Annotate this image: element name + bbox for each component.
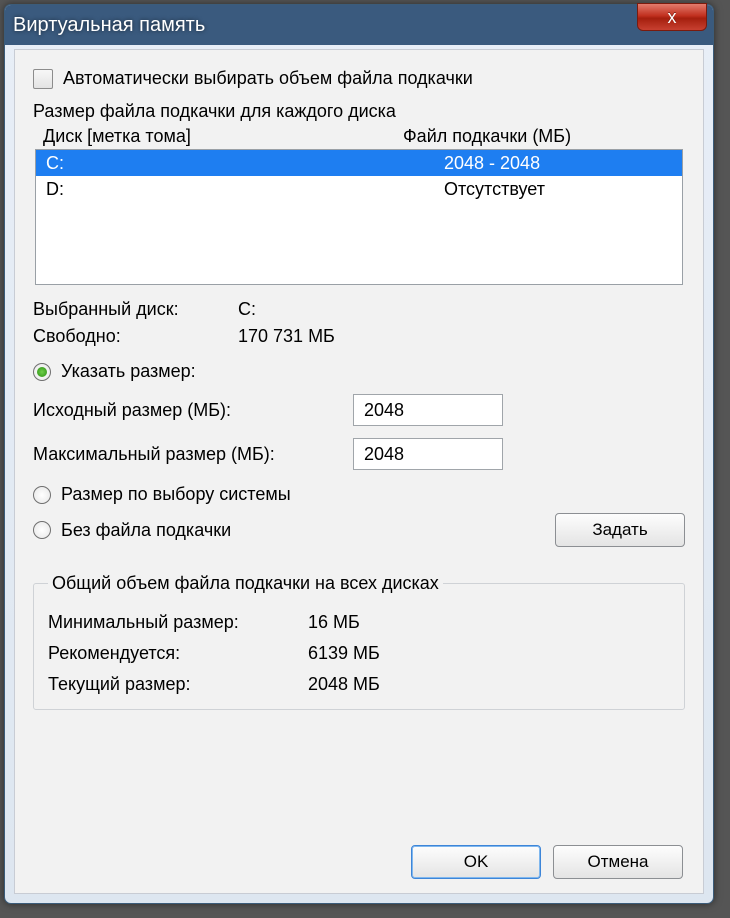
pagefile-cell: 2048 - 2048 (444, 153, 540, 174)
per-drive-group-title: Размер файла подкачки для каждого диска (33, 101, 685, 122)
free-space-value: 170 731 МБ (238, 326, 335, 347)
max-size-label: Максимальный размер (МБ): (33, 444, 353, 465)
current-size-label: Текущий размер: (48, 674, 308, 695)
drive-listbox[interactable]: C: 2048 - 2048 D: Отсутствует (35, 149, 683, 285)
col-drive-label: Диск [метка тома] (43, 126, 403, 147)
titlebar[interactable]: Виртуальная память x (5, 5, 713, 45)
initial-size-label: Исходный размер (МБ): (33, 400, 353, 421)
drive-cell: C: (46, 153, 444, 174)
min-size-value: 16 МБ (308, 612, 360, 633)
cancel-button[interactable]: Отмена (553, 845, 683, 879)
max-size-input[interactable] (353, 438, 503, 470)
recommended-label: Рекомендуется: (48, 643, 308, 664)
col-pagefile-label: Файл подкачки (МБ) (403, 126, 571, 147)
radio-no-pagefile-label: Без файла подкачки (61, 520, 231, 541)
auto-manage-label: Автоматически выбирать объем файла подка… (63, 68, 473, 89)
initial-size-input[interactable] (353, 394, 503, 426)
client-area: Автоматически выбирать объем файла подка… (14, 49, 704, 894)
dialog-virtual-memory: Виртуальная память x Автоматически выбир… (4, 4, 714, 904)
list-item[interactable]: D: Отсутствует (36, 176, 682, 202)
set-button[interactable]: Задать (555, 513, 685, 547)
recommended-value: 6139 МБ (308, 643, 380, 664)
drive-list-header: Диск [метка тома] Файл подкачки (МБ) (43, 126, 685, 147)
min-size-label: Минимальный размер: (48, 612, 308, 633)
radio-system-managed[interactable] (33, 486, 51, 504)
summary-group: Общий объем файла подкачки на всех диска… (33, 573, 685, 710)
selected-drive-label: Выбранный диск: (33, 299, 238, 320)
close-button[interactable]: x (637, 3, 707, 31)
drive-cell: D: (46, 179, 444, 200)
ok-button[interactable]: OK (411, 845, 541, 879)
current-size-value: 2048 МБ (308, 674, 380, 695)
window-title: Виртуальная память (13, 14, 205, 37)
radio-custom-size[interactable] (33, 363, 51, 381)
list-item[interactable]: C: 2048 - 2048 (36, 150, 682, 176)
auto-manage-checkbox[interactable] (33, 69, 53, 89)
radio-no-pagefile[interactable] (33, 521, 51, 539)
selected-drive-value: C: (238, 299, 256, 320)
summary-title: Общий объем файла подкачки на всех диска… (48, 573, 443, 594)
pagefile-cell: Отсутствует (444, 179, 545, 200)
close-icon: x (668, 7, 677, 28)
free-space-label: Свободно: (33, 326, 238, 347)
radio-custom-size-label: Указать размер: (61, 361, 196, 382)
radio-system-managed-label: Размер по выбору системы (61, 484, 291, 505)
